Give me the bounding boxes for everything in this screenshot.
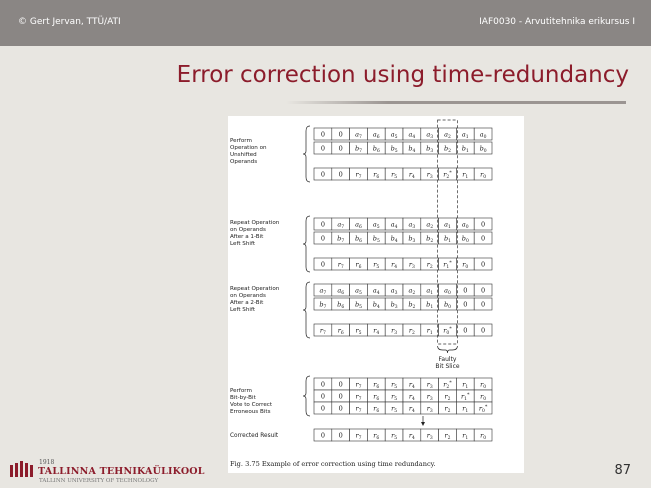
brace — [302, 215, 311, 273]
group-label-line: Bit-by-Bit — [230, 395, 257, 401]
bit-cell-value: 0 — [321, 234, 325, 242]
group-label-line: on Operands — [230, 293, 266, 299]
group-label-line: After a 1-Bit — [230, 234, 264, 240]
faulty-slice-brace — [437, 345, 458, 354]
slide-title: Error correction using time-redundancy — [176, 62, 629, 88]
bit-cell-value: 0 — [481, 234, 485, 242]
copyright-text: © Gert Jervan, TTÜ/ATI — [18, 17, 121, 27]
bit-cell-value: 0 — [481, 326, 485, 334]
course-title: IAF0030 - Arvutitehnika erikursus I — [479, 17, 635, 27]
bit-cell-value: 0 — [339, 130, 343, 138]
bit-cell-value: 0 — [481, 286, 485, 294]
group-label-line: Perform — [230, 388, 252, 394]
bit-cell-value: 0 — [321, 260, 325, 268]
group-label-line: Erroneous Bits — [230, 409, 271, 415]
group-label-line: Repeat Operation — [230, 286, 280, 292]
bit-cell-value: 0 — [463, 300, 467, 308]
group-label-line: Operation on — [230, 145, 267, 151]
bit-cell-value: 0 — [339, 144, 343, 152]
group-label-line: Vote to Correct — [230, 402, 273, 408]
group-label-line: Left Shift — [230, 241, 256, 247]
bit-cell-value: 0 — [463, 286, 467, 294]
logo-mark-icon — [10, 461, 34, 477]
result-cell-value: 0 — [321, 431, 325, 439]
figure-caption: Fig. 3.75 Example of error correction us… — [230, 460, 436, 468]
title-underline — [286, 101, 626, 104]
slide-header: © Gert Jervan, TTÜ/ATI IAF0030 - Arvutit… — [0, 0, 651, 46]
bit-cell-value: 0 — [321, 380, 325, 388]
bit-cell-value: 0 — [481, 300, 485, 308]
bit-cell-value: 0 — [339, 404, 343, 412]
result-cell-value: 0 — [339, 431, 343, 439]
bit-cell-value: 0 — [321, 130, 325, 138]
faulty-label: Faulty — [439, 356, 457, 363]
group-label-line: After a 2-Bit — [230, 300, 264, 306]
group-label-line: on Operands — [230, 227, 266, 233]
figure-diagram: PerformOperation onUnshiftedOperands0 0 a7… — [230, 119, 493, 468]
bit-cell-value: 0 — [321, 404, 325, 412]
bit-cell-value: 0 — [339, 380, 343, 388]
logo-name: TALLINNA TEHNIKAÜLIKOOL — [38, 466, 205, 477]
group-label-line: Repeat Operation — [230, 220, 280, 226]
page-number: 87 — [614, 463, 631, 478]
bit-slice-label: Bit Slice — [435, 363, 459, 370]
bit-cell-value: 0 — [481, 220, 485, 228]
group-label-line: Unshifted — [230, 152, 257, 158]
group-label-line: Perform — [230, 138, 252, 144]
brace — [302, 375, 311, 417]
logo-year: 1918 — [39, 459, 55, 466]
brace — [302, 125, 311, 183]
figure: Perform Operation on Unshifted Operands 0 0 a7… — [228, 116, 524, 473]
logo-subtitle: TALLINN UNIVERSITY OF TECHNOLOGY — [39, 478, 159, 484]
bit-cell-value: 0 — [321, 144, 325, 152]
brace — [302, 281, 311, 339]
group-label-line: Left Shift — [230, 307, 256, 313]
bit-cell-value: 0 — [339, 392, 343, 400]
bit-cell-value: 0 — [321, 220, 325, 228]
arrow-head — [421, 422, 425, 426]
bit-cell-value: 0 — [321, 170, 325, 178]
bit-cell-value: 0 — [481, 260, 485, 268]
bit-cell-value: 0 — [339, 170, 343, 178]
bit-cell-value: 0 — [321, 392, 325, 400]
bit-cell-value: 0 — [463, 326, 467, 334]
result-label: Corrected Result — [230, 433, 279, 439]
group-label-line: Operands — [230, 159, 257, 165]
